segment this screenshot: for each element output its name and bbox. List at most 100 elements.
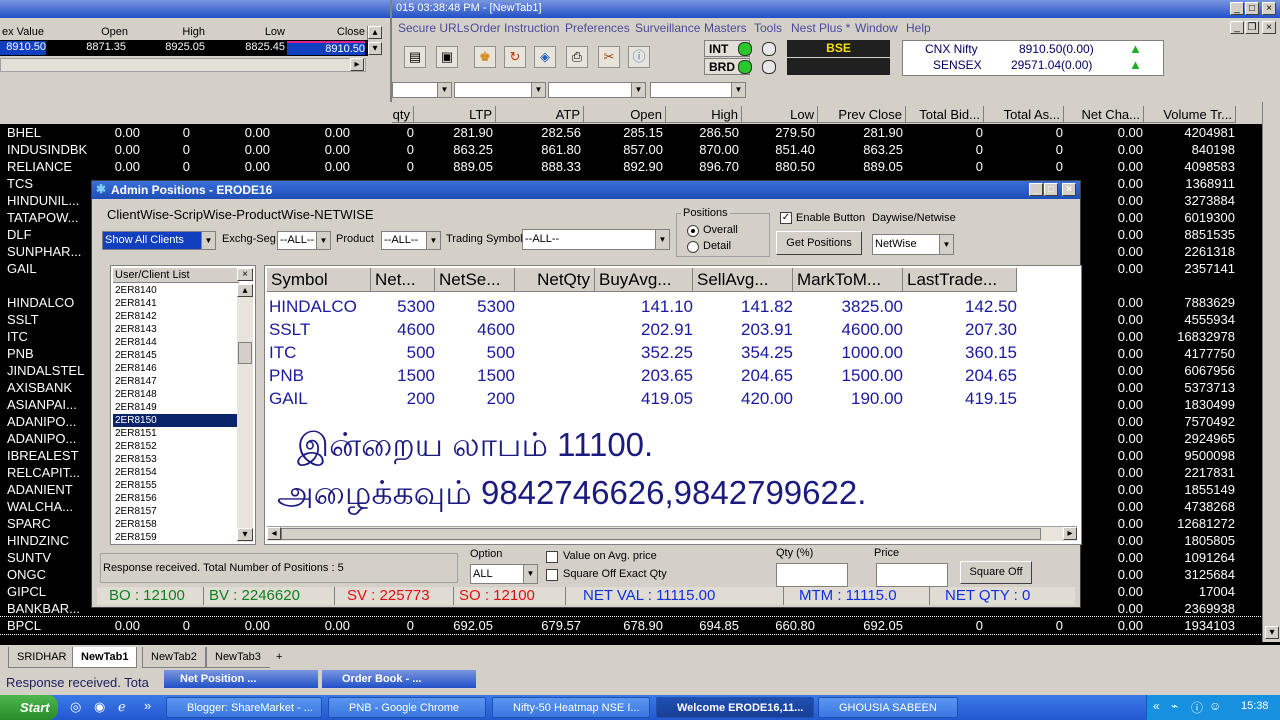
chrome-icon[interactable]: ◉ [94, 699, 105, 715]
main-titlebar[interactable]: 015 03:38:48 PM - [NewTab1] _ □ × [392, 0, 1280, 18]
value-on-avg-checkbox[interactable] [546, 551, 558, 563]
minimize-icon[interactable]: _ [1230, 2, 1244, 15]
col-header[interactable]: LTP [414, 106, 496, 123]
tab-newtab2[interactable]: NewTab2 [142, 647, 206, 668]
netwise-select[interactable]: NetWise ▼ [872, 234, 954, 255]
filter-combo[interactable]: ▼ [454, 82, 546, 98]
task-blogger[interactable]: Blogger: ShareMarket - ... [166, 697, 322, 718]
qty-input[interactable] [776, 563, 848, 587]
client-list-item[interactable]: 2ER8140 [113, 284, 237, 297]
menu-order-instruction[interactable]: Order Instruction [470, 21, 559, 35]
client-list-item[interactable]: 2ER8157 [113, 505, 237, 518]
client-list-item[interactable]: 2ER8143 [113, 323, 237, 336]
overall-radio[interactable] [687, 225, 699, 237]
minimized-net-position[interactable]: Net Position ... [164, 670, 318, 688]
refresh-icon[interactable]: ↻ [504, 46, 526, 68]
task-welcome-erode16[interactable]: Welcome ERODE16,11... [656, 697, 814, 718]
client-list-item[interactable]: 2ER8141 [113, 297, 237, 310]
grid-header[interactable]: BuyAvg... [595, 268, 693, 292]
menu-secure-urls[interactable]: Secure URLs [398, 21, 469, 35]
window-icon[interactable]: ▣ [436, 46, 458, 68]
client-list-item[interactable]: 2ER8154 [113, 466, 237, 479]
client-list-item[interactable]: 2ER8156 [113, 492, 237, 505]
close-icon[interactable]: × [237, 268, 253, 281]
col-header[interactable]: Open [584, 106, 666, 123]
get-positions-button[interactable]: Get Positions [776, 231, 862, 255]
grid-header[interactable]: NetSe... [435, 268, 515, 292]
network-icon[interactable]: ⌁ [1171, 699, 1178, 713]
task-ghousia[interactable]: GHOUSIA SABEEN [818, 697, 958, 718]
ie-icon[interactable]: ℯ [118, 699, 126, 715]
menu-nest-plus[interactable]: Nest Plus * [791, 21, 850, 35]
market-watch-vscrollbar[interactable]: ▾ [1262, 102, 1280, 642]
exchg-select[interactable]: --ALL-- ▼ [277, 231, 331, 250]
menu-tools[interactable]: Tools [754, 21, 782, 35]
grid-row[interactable]: GAIL 200 200 419.05 420.00 190.00 419.15 [267, 388, 1077, 411]
col-header[interactable]: qty [392, 106, 414, 123]
menu-preferences[interactable]: Preferences [565, 21, 630, 35]
add-tab-button[interactable]: + [268, 647, 291, 667]
grid-row[interactable]: PNB 1500 1500 203.65 204.65 1500.00 204.65 [267, 365, 1077, 388]
table-row[interactable]: BHEL 0.00 0 0.00 0.00 0 281.90 282.56 285.15 286.… [0, 124, 1262, 141]
client-list-item[interactable]: 2ER8151 [113, 427, 237, 440]
col-header[interactable]: Low [742, 106, 818, 123]
filter-combo[interactable]: ▼ [392, 82, 452, 98]
scroll-down-icon[interactable]: ▾ [237, 528, 253, 541]
info-icon[interactable]: ⓘ [628, 46, 650, 68]
close-icon[interactable]: × [1062, 183, 1076, 196]
square-off-button[interactable]: Square Off [960, 561, 1032, 584]
print-icon[interactable]: ⎙ [566, 46, 588, 68]
task-pnb-chrome[interactable]: PNB - Google Chrome [328, 697, 486, 718]
client-list-item[interactable]: 2ER8149 [113, 401, 237, 414]
quick-launch-icon[interactable]: ◎ [70, 699, 81, 715]
mini-hscrollbar[interactable] [0, 58, 366, 72]
detail-radio[interactable] [687, 241, 699, 253]
menu-surveillance[interactable]: Surveillance [635, 21, 700, 35]
table-row[interactable]: INDUSINDBK 0.00 0 0.00 0.00 0 863.25 861.80 857.… [0, 141, 1262, 158]
grid-header[interactable]: MarkToM... [793, 268, 903, 292]
minimized-order-book[interactable]: Order Book - ... [322, 670, 476, 688]
grid-header[interactable]: SellAvg... [693, 268, 793, 292]
client-list-item[interactable]: 2ER8146 [113, 362, 237, 375]
task-heatmap[interactable]: Nifty-50 Heatmap NSE I... [492, 697, 650, 718]
grid-row[interactable]: ITC 500 500 352.25 354.25 1000.00 360.15 [267, 342, 1077, 365]
col-header[interactable]: High [666, 106, 742, 123]
scroll-down-icon[interactable]: ▾ [368, 42, 382, 55]
scroll-left-icon[interactable]: ◂ [267, 527, 281, 540]
col-header[interactable]: Total Bid... [906, 106, 984, 123]
filter-combo[interactable]: ▼ [548, 82, 646, 98]
client-list-item[interactable]: 2ER8155 [113, 479, 237, 492]
client-list-scrollbar[interactable]: ▴ ▾ [237, 284, 253, 542]
menu-window[interactable]: Window [855, 21, 898, 35]
child-close-icon[interactable]: × [1262, 21, 1276, 34]
product-select[interactable]: --ALL-- ▼ [381, 231, 441, 250]
tab-sridhar[interactable]: SRIDHAR [8, 647, 76, 668]
info-icon[interactable]: ⓘ [1191, 699, 1203, 716]
grid-row[interactable]: SSLT 4600 4600 202.91 203.91 4600.00 207.30 [267, 319, 1077, 342]
client-list-item[interactable]: 2ER8153 [113, 453, 237, 466]
enable-button-checkbox[interactable]: ✓ [780, 212, 792, 224]
scroll-right-icon[interactable]: ▸ [350, 58, 364, 71]
client-select[interactable]: Show All Clients ▼ [102, 231, 216, 250]
table-row[interactable]: BPCL 0.00 0 0.00 0.00 0 692.05 679.57 678.90 694.… [0, 616, 1263, 635]
document-icon[interactable]: ▤ [404, 46, 426, 68]
users-icon[interactable]: ♚ [474, 46, 496, 68]
client-list-item[interactable]: 2ER8145 [113, 349, 237, 362]
menu-masters[interactable]: Masters [704, 21, 747, 35]
minimize-icon[interactable]: _ [1029, 183, 1043, 196]
client-list-item[interactable]: 2ER8142 [113, 310, 237, 323]
more-icon[interactable]: » [144, 698, 151, 713]
square-off-exact-checkbox[interactable] [546, 569, 558, 581]
client-list-item[interactable]: 2ER8150 [113, 414, 237, 427]
start-button[interactable]: Start [0, 695, 58, 720]
tools-icon[interactable]: ✂ [598, 46, 620, 68]
close-icon[interactable]: × [1262, 2, 1276, 15]
bag-icon[interactable]: ◈ [534, 46, 556, 68]
client-list-item[interactable]: 2ER8158 [113, 518, 237, 531]
col-header[interactable]: Total As... [984, 106, 1064, 123]
scroll-up-icon[interactable]: ▴ [368, 26, 382, 39]
option-select[interactable]: ALL ▼ [470, 564, 538, 584]
tab-newtab3[interactable]: NewTab3 [206, 647, 270, 668]
maximize-icon[interactable]: □ [1245, 2, 1259, 15]
client-list-item[interactable]: 2ER8147 [113, 375, 237, 388]
